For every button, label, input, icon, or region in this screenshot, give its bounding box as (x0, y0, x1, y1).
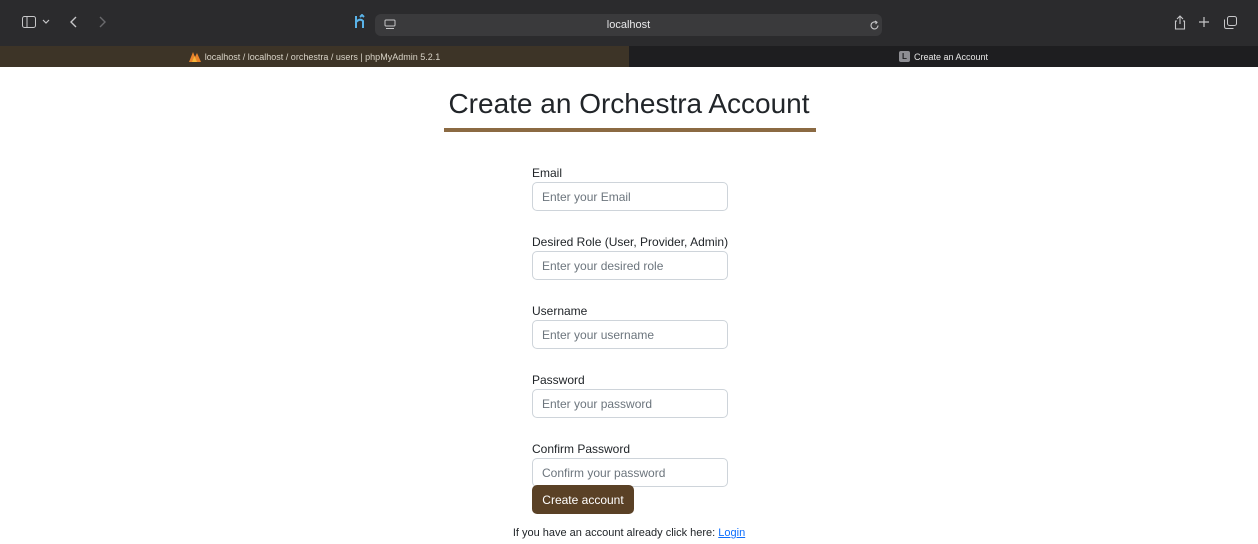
username-input[interactable] (532, 320, 728, 349)
page-favicon-icon: L (898, 51, 910, 62)
tab-overview-icon[interactable] (1222, 13, 1238, 31)
phpmyadmin-favicon-icon (188, 51, 201, 62)
email-input[interactable] (532, 182, 728, 211)
forward-icon[interactable] (96, 13, 108, 31)
role-label: Desired Role (User, Provider, Admin) (532, 235, 729, 249)
tab-label: localhost / localhost / orchestra / user… (204, 51, 441, 62)
back-icon[interactable] (68, 13, 80, 31)
password-label: Password (532, 373, 585, 387)
share-icon[interactable] (1172, 12, 1188, 32)
title-underline (444, 128, 816, 132)
new-tab-icon[interactable] (1196, 13, 1212, 31)
tab-bar: localhost / localhost / orchestra / user… (0, 46, 1258, 67)
tab-phpmyadmin[interactable]: localhost / localhost / orchestra / user… (0, 46, 629, 67)
address-text: localhost (606, 19, 651, 31)
password-group: Password (532, 372, 792, 418)
confirm-password-group: Confirm Password (532, 441, 792, 487)
extension-icon[interactable] (352, 12, 368, 32)
tab-create-account[interactable]: L Create an Account (629, 46, 1258, 67)
chevron-down-icon[interactable] (41, 15, 51, 29)
login-prompt-text: If you have an account already click her… (512, 527, 719, 539)
password-input[interactable] (532, 389, 728, 418)
role-group: Desired Role (User, Provider, Admin) (532, 234, 792, 280)
confirm-password-label: Confirm Password (532, 442, 631, 456)
email-group: Email (532, 165, 792, 211)
address-bar[interactable]: localhost (375, 14, 882, 36)
create-account-button[interactable]: Create account (532, 485, 634, 514)
sidebar-icon[interactable] (20, 14, 38, 30)
page-title: Create an Orchestra Account (448, 88, 810, 119)
email-label: Email (532, 166, 563, 180)
browser-toolbar: localhost (0, 0, 1258, 46)
login-link[interactable]: Login (718, 527, 745, 539)
login-prompt: If you have an account already click her… (0, 527, 1258, 539)
role-input[interactable] (532, 251, 728, 280)
username-group: Username (532, 303, 792, 349)
tab-label: Create an Account (913, 51, 989, 62)
reload-icon[interactable] (867, 18, 881, 32)
username-label: Username (532, 304, 588, 318)
confirm-password-input[interactable] (532, 458, 728, 487)
